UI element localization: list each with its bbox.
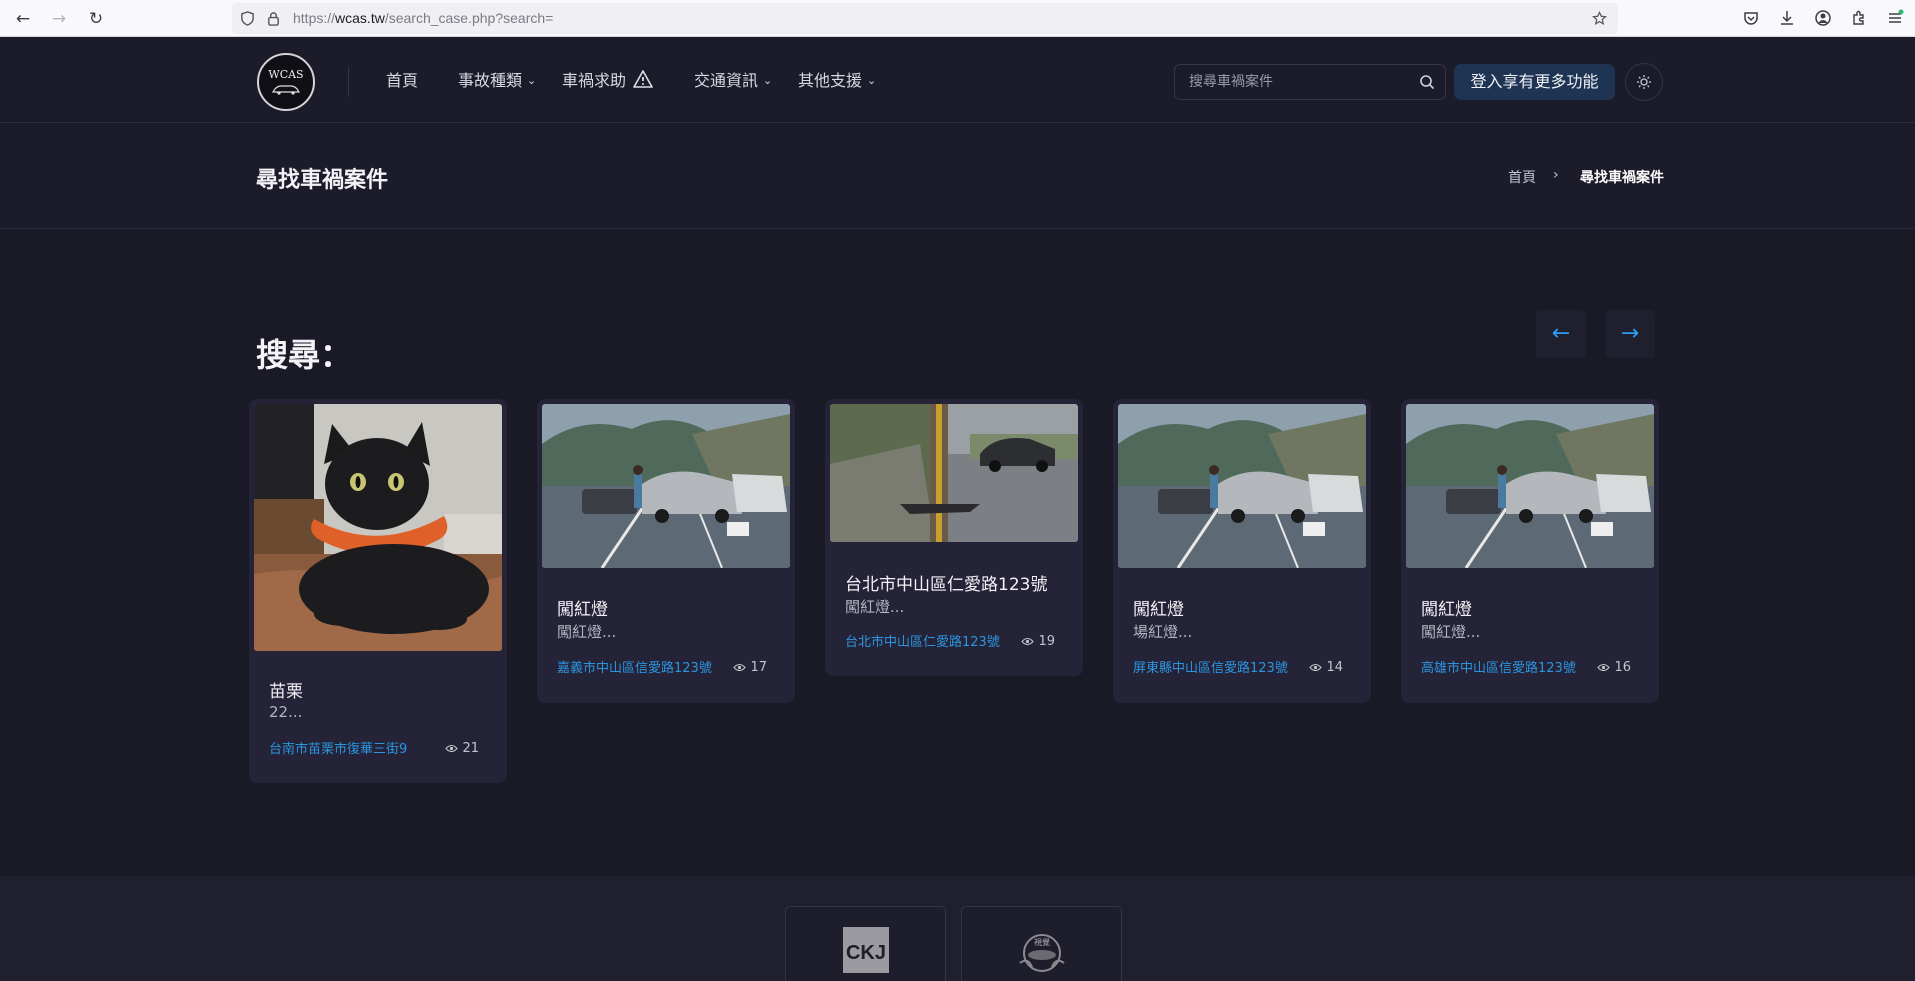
eye-icon (1021, 637, 1035, 646)
case-card[interactable]: 闖紅燈 場紅燈... 屏東縣中山區信愛路123號 14 (1113, 399, 1371, 703)
address-bar[interactable]: https://wcas.tw/search_case.php?search= (232, 3, 1618, 34)
page-title: 尋找車禍案件 (256, 168, 389, 193)
views-count: 17 (750, 660, 767, 675)
footer: CKJ 視覺 (0, 876, 1915, 981)
pocket-icon[interactable] (1742, 9, 1760, 27)
nav-other-support[interactable]: 其他支援 ⌄ (798, 69, 876, 93)
emblem-logo-icon: 視覺 (1019, 934, 1065, 972)
eye-icon (445, 744, 459, 753)
partner-logo-ckj[interactable]: CKJ (785, 906, 946, 981)
search-icon[interactable] (1419, 74, 1435, 90)
partner-logo-text: 視覺 (1034, 937, 1050, 947)
eye-icon (733, 663, 747, 672)
app-menu-icon[interactable] (1886, 9, 1904, 27)
warning-icon (633, 70, 653, 88)
search-heading: 搜尋： (256, 336, 353, 374)
black-cat-photo (254, 404, 502, 651)
chevron-down-icon: ⌄ (527, 74, 537, 87)
case-location[interactable]: 台北市中山區仁愛路123號 (845, 631, 1000, 650)
roadside-crash-photo (830, 404, 1078, 542)
header-divider (348, 67, 349, 97)
chevron-down-icon: ⌄ (867, 74, 877, 87)
case-image[interactable] (1118, 404, 1366, 568)
case-location[interactable]: 高雄市中山區信愛路123號 (1421, 657, 1576, 676)
eye-icon (1597, 663, 1611, 672)
bookmark-star-icon[interactable] (1592, 11, 1607, 26)
case-card[interactable]: 闖紅燈 闖紅燈... 高雄市中山區信愛路123號 16 (1401, 399, 1659, 703)
url-text: https://wcas.tw/search_case.php?search= (293, 10, 554, 26)
partner-logo-second[interactable]: 視覺 (961, 906, 1122, 981)
case-title[interactable]: 苗栗 (269, 677, 303, 702)
case-title[interactable]: 闖紅燈 (557, 595, 608, 620)
carousel-next-button[interactable]: → (1605, 310, 1655, 358)
sun-icon (1637, 75, 1651, 89)
case-views: 19 (1021, 634, 1055, 649)
views-count: 19 (1038, 634, 1055, 649)
partner-logo-text: CKJ (846, 942, 886, 964)
case-image[interactable] (254, 404, 502, 651)
site-logo[interactable]: WCAS (257, 53, 315, 111)
chevron-down-icon: ⌄ (763, 74, 773, 87)
lock-icon[interactable] (266, 11, 281, 26)
logo-text: WCAS (268, 68, 304, 81)
search-input[interactable] (1189, 65, 1409, 99)
case-location[interactable]: 台南市苗栗市復華三街9 (269, 738, 407, 757)
page-title-bar: 尋找車禍案件 首頁 › 尋找車禍案件 (0, 124, 1915, 229)
breadcrumb-home[interactable]: 首頁 (1508, 167, 1536, 187)
case-views: 21 (445, 741, 479, 756)
car-logo-icon (272, 85, 300, 95)
case-image[interactable] (1406, 404, 1654, 568)
carousel-prev-button[interactable]: ← (1536, 310, 1586, 358)
browser-toolbar: ← → ↻ https://wcas.tw/search_case.php?se… (0, 0, 1915, 37)
case-description: 闖紅燈... (557, 623, 617, 641)
case-views: 17 (733, 660, 767, 675)
case-title[interactable]: 闖紅燈 (1421, 595, 1472, 620)
nav-traffic-info[interactable]: 交通資訊 ⌄ (694, 69, 772, 93)
nav-home[interactable]: 首頁 (386, 69, 418, 93)
case-description: 場紅燈... (1133, 623, 1193, 641)
eye-icon (1309, 663, 1323, 672)
case-title[interactable]: 台北市中山區仁愛路123號 (845, 570, 1047, 595)
case-location[interactable]: 屏東縣中山區信愛路123號 (1133, 657, 1288, 676)
case-description: 22... (269, 703, 303, 721)
forward-icon[interactable]: → (46, 6, 72, 32)
highway-crash-photo (1406, 404, 1654, 568)
search-box (1174, 64, 1446, 100)
views-count: 16 (1614, 660, 1631, 675)
case-views: 16 (1597, 660, 1631, 675)
ckj-logo-icon: CKJ (843, 927, 889, 973)
nav-accident-types[interactable]: 事故種類 ⌄ (458, 69, 536, 93)
breadcrumb-separator-icon: › (1553, 167, 1559, 183)
site-header: WCAS 首頁 事故種類⌄ 車禍求助 交通資訊⌄ 其他支援⌄ 登入享有更多功能 (0, 37, 1915, 123)
case-title[interactable]: 闖紅燈 (1133, 595, 1184, 620)
case-card[interactable]: 台北市中山區仁愛路123號 闖紅燈... 台北市中山區仁愛路123號 19 (825, 399, 1083, 676)
case-image[interactable] (542, 404, 790, 568)
back-icon[interactable]: ← (10, 6, 36, 32)
nav-accident-help[interactable]: 車禍求助 (562, 69, 654, 93)
case-description: 闖紅燈... (845, 598, 905, 616)
case-image[interactable] (830, 404, 1078, 542)
reload-icon[interactable]: ↻ (83, 6, 109, 32)
theme-toggle-button[interactable] (1625, 63, 1663, 101)
shield-icon[interactable] (240, 11, 255, 26)
case-card[interactable]: 苗栗 22... 台南市苗栗市復華三街9 21 (249, 399, 507, 783)
extensions-icon[interactable] (1850, 9, 1868, 27)
account-icon[interactable] (1814, 9, 1832, 27)
case-location[interactable]: 嘉義市中山區信愛路123號 (557, 657, 712, 676)
highway-crash-photo (1118, 404, 1366, 568)
highway-crash-photo (542, 404, 790, 568)
login-button[interactable]: 登入享有更多功能 (1454, 64, 1615, 100)
views-count: 21 (462, 741, 479, 756)
breadcrumb-current: 尋找車禍案件 (1580, 170, 1664, 186)
case-card[interactable]: 闖紅燈 闖紅燈... 嘉義市中山區信愛路123號 17 (537, 399, 795, 703)
case-views: 14 (1309, 660, 1343, 675)
case-description: 闖紅燈... (1421, 623, 1481, 641)
views-count: 14 (1326, 660, 1343, 675)
download-icon[interactable] (1778, 9, 1796, 27)
